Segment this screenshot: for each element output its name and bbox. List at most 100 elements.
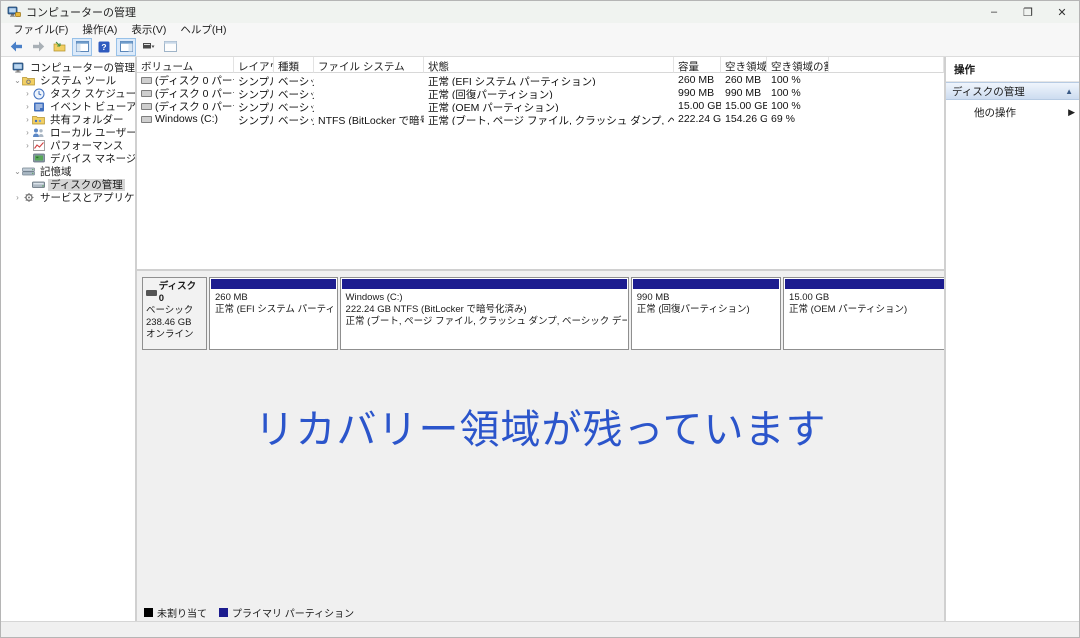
cell-7: 69 % bbox=[767, 112, 829, 125]
disk-management-icon bbox=[32, 179, 45, 191]
cell-6: 990 MB bbox=[721, 86, 767, 99]
menu-action[interactable]: 操作(A) bbox=[75, 23, 124, 37]
more-actions-item[interactable]: 他の操作 ▶ bbox=[946, 100, 1079, 120]
expand-expander-icon[interactable]: › bbox=[23, 89, 32, 98]
partition-efi[interactable]: 260 MB正常 (EFI システム パーティション) bbox=[209, 277, 338, 350]
tree-item-label: 共有フォルダー bbox=[48, 114, 126, 126]
column-header-6[interactable]: 空き領域 bbox=[721, 57, 767, 73]
action-pane-icon[interactable] bbox=[116, 38, 136, 56]
partition-oem[interactable]: 15.00 GB正常 (OEM パーティション) bbox=[783, 277, 944, 350]
disk-0-band: ディスク 0 ベーシック 238.46 GB オンライン 260 MB正常 (E… bbox=[142, 277, 940, 350]
partition-recovery[interactable]: 990 MB正常 (回復パーティション) bbox=[631, 277, 781, 350]
cell-filler bbox=[829, 99, 944, 112]
legend-label: プライマリ パーティション bbox=[232, 605, 354, 620]
properties-window-icon[interactable] bbox=[160, 38, 180, 56]
cell-filler bbox=[829, 86, 944, 99]
main-area: コンピューターの管理 (ローカル)⌄システム ツール › タスク スケジューラ›イベ… bbox=[1, 57, 1079, 621]
menu-file[interactable]: ファイル(F) bbox=[6, 23, 75, 37]
forward-icon[interactable] bbox=[28, 38, 48, 56]
disk-0-title: ディスク 0 bbox=[146, 281, 203, 305]
system-tools-icon bbox=[22, 75, 35, 87]
volume-list: ボリュームレイアウト種類ファイル システム状態容量空き領域空き領域の割合 (ディ… bbox=[137, 57, 944, 271]
tree-item-label: 記憶域 bbox=[38, 166, 74, 178]
folder-icon[interactable] bbox=[50, 38, 70, 56]
tree-item-local-users-groups[interactable]: ›ローカル ユーザーとグループ bbox=[1, 126, 135, 139]
menu-help[interactable]: ヘルプ(H) bbox=[173, 23, 233, 37]
cell-4: 正常 (ブート, ページ ファイル, クラッシュ ダンプ, ベーシック データ … bbox=[424, 112, 674, 125]
disk-0-header[interactable]: ディスク 0 ベーシック 238.46 GB オンライン bbox=[142, 277, 207, 350]
maximize-button[interactable]: ❐ bbox=[1011, 1, 1045, 23]
cell-7: 100 % bbox=[767, 73, 829, 86]
tree-item-performance[interactable]: ›パフォーマンス bbox=[1, 139, 135, 152]
partition-info: 15.00 GB正常 (OEM パーティション) bbox=[785, 289, 944, 348]
tree-item-shared-folders[interactable]: › 共有フォルダー bbox=[1, 113, 135, 126]
partition-status: 正常 (回復パーティション) bbox=[637, 304, 775, 316]
disk-0-status: オンライン bbox=[146, 329, 203, 341]
tree-item-label: デバイス マネージャー bbox=[48, 153, 137, 165]
expand-expander-icon[interactable]: › bbox=[23, 102, 32, 111]
volume-icon bbox=[141, 116, 152, 123]
tree-item-storage[interactable]: ⌄ 記憶域 bbox=[1, 165, 135, 178]
cell-1: シンプル bbox=[234, 112, 274, 125]
partition-status: 正常 (OEM パーティション) bbox=[789, 304, 944, 316]
cell-2: ベーシック bbox=[274, 73, 314, 86]
actions-panel: 操作 ディスクの管理 ▲ 他の操作 ▶ bbox=[946, 57, 1079, 621]
cell-0: (ディスク 0 パーティション 5) bbox=[137, 99, 234, 112]
table-row[interactable]: (ディスク 0 パーティション 4)シンプルベーシック正常 (回復パーティション… bbox=[137, 86, 944, 99]
expand-expander-icon[interactable]: › bbox=[23, 115, 32, 124]
partition-info: Windows (C:)222.24 GB NTFS (BitLocker で暗… bbox=[342, 289, 627, 348]
cell-2: ベーシック bbox=[274, 99, 314, 112]
column-header-4[interactable]: 状態 bbox=[424, 57, 674, 73]
actions-group-disk-management[interactable]: ディスクの管理 ▲ bbox=[946, 82, 1079, 100]
console-tree-panel: コンピューターの管理 (ローカル)⌄システム ツール › タスク スケジューラ›イベ… bbox=[1, 57, 137, 621]
column-header-1[interactable]: レイアウト bbox=[234, 57, 274, 73]
column-header-8[interactable] bbox=[829, 57, 944, 73]
cell-3 bbox=[314, 86, 424, 99]
partition-windows-c[interactable]: Windows (C:)222.24 GB NTFS (BitLocker で暗… bbox=[340, 277, 629, 350]
cell-5: 260 MB bbox=[674, 73, 721, 86]
column-header-2[interactable]: 種類 bbox=[274, 57, 314, 73]
cell-5: 15.00 GB bbox=[674, 99, 721, 112]
cell-filler bbox=[829, 73, 944, 86]
collapse-expander-icon[interactable]: ⌄ bbox=[13, 76, 22, 85]
collapse-expander-icon[interactable]: ⌄ bbox=[13, 167, 22, 176]
cell-1: シンプル bbox=[234, 99, 274, 112]
close-button[interactable]: ✕ bbox=[1045, 1, 1079, 23]
column-header-0[interactable]: ボリューム bbox=[137, 57, 234, 73]
table-row[interactable]: (ディスク 0 パーティション 5)シンプルベーシック正常 (OEM パーティシ… bbox=[137, 99, 944, 112]
column-header-7[interactable]: 空き領域の割合 bbox=[767, 57, 829, 73]
cell-5: 222.24 GB bbox=[674, 112, 721, 125]
tree-item-disk-management[interactable]: ディスクの管理 bbox=[1, 178, 135, 191]
console-tree-icon[interactable] bbox=[72, 38, 92, 56]
legend-item: 未割り当て bbox=[144, 605, 207, 620]
cell-0: (ディスク 0 パーティション 4) bbox=[137, 86, 234, 99]
tree-item-services-applications[interactable]: ›サービスとアプリケーション bbox=[1, 191, 135, 204]
tree-item-system-tools[interactable]: ⌄システム ツール bbox=[1, 74, 135, 87]
tree-item-computer-management[interactable]: コンピューターの管理 (ローカル) bbox=[1, 61, 135, 74]
help-icon[interactable]: ? bbox=[94, 38, 114, 56]
menu-view[interactable]: 表示(V) bbox=[124, 23, 173, 37]
tree-item-event-viewer[interactable]: ›イベント ビューアー bbox=[1, 100, 135, 113]
table-row[interactable]: Windows (C:)シンプルベーシックNTFS (BitLocker で暗号… bbox=[137, 112, 944, 125]
volume-icon bbox=[141, 77, 152, 84]
tree-item-device-manager[interactable]: デバイス マネージャー bbox=[1, 152, 135, 165]
tree-item-task-scheduler[interactable]: › タスク スケジューラ bbox=[1, 87, 135, 100]
menubar: ファイル(F)操作(A)表示(V)ヘルプ(H) bbox=[1, 23, 1079, 37]
popup-menu-icon[interactable] bbox=[138, 38, 158, 56]
expand-expander-icon[interactable]: › bbox=[23, 128, 32, 137]
task-scheduler-icon bbox=[32, 88, 45, 100]
expand-expander-icon[interactable]: › bbox=[23, 141, 32, 150]
cell-3 bbox=[314, 73, 424, 86]
back-icon[interactable] bbox=[6, 38, 26, 56]
minimize-button[interactable]: – bbox=[977, 1, 1011, 23]
cell-1: シンプル bbox=[234, 73, 274, 86]
tree-item-label: タスク スケジューラ bbox=[48, 88, 137, 100]
cell-6: 15.00 GB bbox=[721, 99, 767, 112]
column-header-3[interactable]: ファイル システム bbox=[314, 57, 424, 73]
table-row[interactable]: (ディスク 0 パーティション 1)シンプルベーシック正常 (EFI システム … bbox=[137, 73, 944, 86]
tree-item-label: コンピューターの管理 (ローカル) bbox=[28, 62, 137, 74]
column-header-5[interactable]: 容量 bbox=[674, 57, 721, 73]
partition-size: 990 MB bbox=[637, 292, 775, 304]
expand-expander-icon[interactable]: › bbox=[13, 193, 22, 202]
collapse-chevron-icon[interactable]: ▲ bbox=[1065, 87, 1073, 96]
